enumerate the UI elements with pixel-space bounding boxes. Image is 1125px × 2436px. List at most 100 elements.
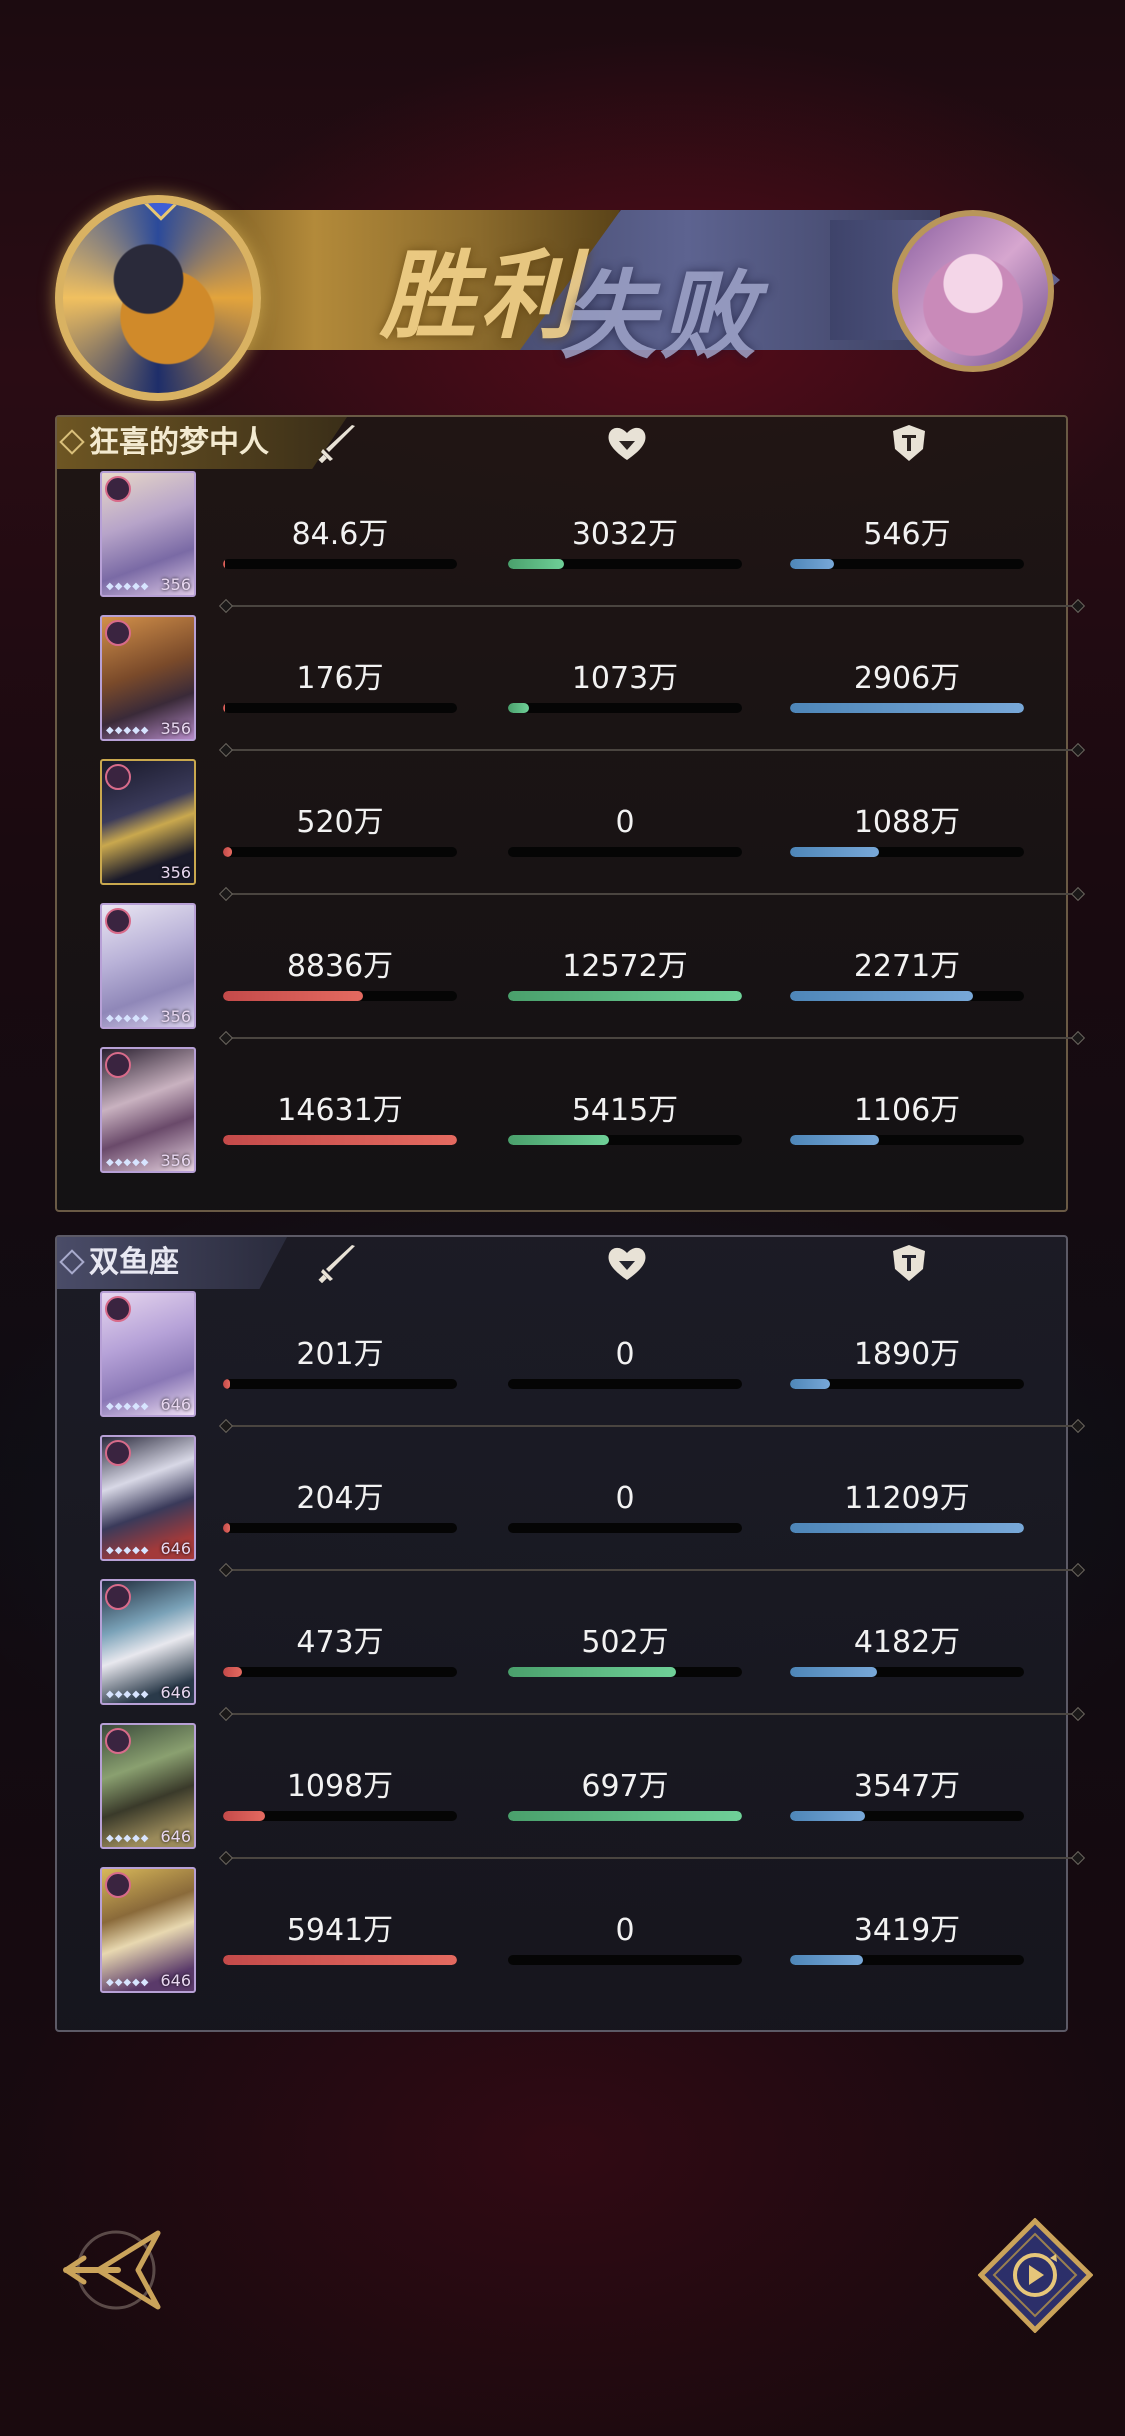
row-divider	[227, 1569, 1077, 1571]
attack-bar-fill	[223, 991, 364, 1001]
attack-value: 8836万	[286, 949, 394, 984]
member-row[interactable]: ◆◆◆◆◆ 646 1098万 697万 3547万	[57, 1721, 1077, 1865]
attack-bar-fill	[223, 559, 226, 569]
member-row[interactable]: ◆◆◆◆◆ 356 176万 1073万 2906万	[57, 613, 1077, 757]
member-row[interactable]: ◆◆◆◆◆ 646 204万 0 11209万	[57, 1433, 1077, 1577]
heal-bar	[508, 1955, 742, 1965]
heal-stat: 12572万	[508, 949, 742, 1001]
hero-level: 646	[160, 1539, 191, 1558]
heal-stat: 0	[508, 1337, 742, 1389]
heal-value: 12572万	[562, 949, 688, 984]
sword-icon	[318, 425, 355, 463]
defense-bar	[790, 1811, 1024, 1821]
heal-bar	[508, 991, 742, 1001]
attack-value: 520万	[296, 805, 384, 840]
row-divider	[227, 605, 1077, 607]
attack-stat: 201万	[223, 1337, 457, 1389]
hero-card[interactable]: ◆◆◆◆◆ 356	[100, 1047, 196, 1173]
hero-card[interactable]: ◆◆◆◆◆ 646	[100, 1435, 196, 1561]
heal-bar	[508, 1135, 742, 1145]
attack-bar-fill	[223, 1811, 266, 1821]
defense-stat: 3419万	[790, 1913, 1024, 1965]
attack-value: 5941万	[286, 1913, 394, 1948]
attack-stat: 5941万	[223, 1913, 457, 1965]
defense-stat: 3547万	[790, 1769, 1024, 1821]
member-row[interactable]: ◆◆◆◆◆ 646 5941万 0 3419万	[57, 1865, 1070, 2009]
attack-stat: 204万	[223, 1481, 457, 1533]
heal-value: 1073万	[571, 661, 679, 696]
attack-bar-fill	[223, 847, 233, 857]
attack-bar	[223, 991, 457, 1001]
team-panel-loser: 双鱼座 ◆◆◆◆◆ 646 201万 0 1890万 ◆◆◆◆◆ 646 204万 …	[55, 1235, 1077, 2032]
defense-bar	[790, 1135, 1024, 1145]
defense-bar-fill	[790, 847, 879, 857]
hero-level: 646	[160, 1395, 191, 1414]
defense-value: 11209万	[844, 1481, 970, 1516]
member-row[interactable]: ◆◆◆◆◆ 356 14631万 5415万 1106万	[57, 1045, 1070, 1189]
defense-bar-fill	[790, 1955, 863, 1965]
back-arrow-icon	[63, 2230, 161, 2310]
hero-card[interactable]: ◆◆◆◆◆ 646	[100, 1291, 196, 1417]
heal-bar	[508, 1811, 742, 1821]
hero-card[interactable]: ◆◆◆◆◆ 356	[100, 903, 196, 1029]
heal-bar	[508, 1667, 742, 1677]
defense-stat: 11209万	[790, 1481, 1024, 1533]
attack-bar-fill	[223, 1135, 457, 1145]
hero-card[interactable]: ◆◆◆◆◆ 356	[100, 615, 196, 741]
defense-bar	[790, 1667, 1024, 1677]
attack-stat: 14631万	[223, 1093, 457, 1145]
heal-bar-fill	[508, 1667, 677, 1677]
hero-card[interactable]: ◆◆◆◆◆ 646	[100, 1723, 196, 1849]
member-row[interactable]: ◆◆◆◆◆ 646 473万 502万 4182万	[57, 1577, 1077, 1721]
defense-value: 2271万	[853, 949, 961, 984]
defense-bar-fill	[790, 559, 835, 569]
attack-bar	[223, 1379, 457, 1389]
loser-avatar[interactable]	[892, 210, 1054, 372]
replay-button[interactable]	[977, 2217, 1094, 2334]
attack-bar	[223, 847, 457, 857]
back-button[interactable]	[58, 2225, 168, 2315]
heal-value: 5415万	[571, 1093, 679, 1128]
member-row[interactable]: ◆◆◆◆◆ 356 84.6万 3032万 546万	[57, 469, 1077, 613]
defense-bar	[790, 847, 1024, 857]
defense-stat: 1106万	[790, 1093, 1024, 1145]
heal-bar-fill	[508, 1135, 609, 1145]
hero-card[interactable]: ◆◆◆◆◆ 356	[100, 471, 196, 597]
row-divider	[227, 1713, 1077, 1715]
member-row[interactable]: ◆◆◆◆◆ 646 201万 0 1890万	[57, 1289, 1077, 1433]
heal-stat: 697万	[508, 1769, 742, 1821]
hero-card[interactable]: 356	[100, 759, 196, 885]
heal-value: 0	[615, 805, 635, 840]
hero-card[interactable]: ◆◆◆◆◆ 646	[100, 1867, 196, 1993]
row-divider	[227, 1425, 1077, 1427]
result-banner: 胜利 失败	[0, 160, 1125, 410]
attack-bar	[223, 1667, 457, 1677]
heal-bar-fill	[508, 1811, 742, 1821]
heal-value: 0	[615, 1337, 635, 1372]
defense-stat: 1088万	[790, 805, 1024, 857]
winner-avatar[interactable]	[55, 195, 261, 401]
attack-value: 1098万	[286, 1769, 394, 1804]
defense-value: 3419万	[853, 1913, 961, 1948]
attack-value: 201万	[296, 1337, 384, 1372]
attack-value: 204万	[296, 1481, 384, 1516]
heal-bar	[508, 1523, 742, 1533]
victory-label: 胜利	[380, 239, 580, 352]
star-pips: ◆◆◆◆◆	[106, 1157, 150, 1168]
replay-icon	[977, 2217, 1094, 2334]
star-pips: ◆◆◆◆◆	[106, 1013, 150, 1024]
star-pips: ◆◆◆◆◆	[106, 1977, 150, 1988]
row-divider	[227, 1037, 1077, 1039]
heal-stat: 3032万	[508, 517, 742, 569]
defense-bar-fill	[790, 1379, 830, 1389]
attack-value: 84.6万	[291, 517, 389, 552]
defense-bar-fill	[790, 1667, 877, 1677]
member-row[interactable]: 356 520万 0 1088万	[57, 757, 1077, 901]
member-row[interactable]: ◆◆◆◆◆ 356 8836万 12572万 2271万	[57, 901, 1077, 1045]
heal-value: 3032万	[571, 517, 679, 552]
defense-stat: 4182万	[790, 1625, 1024, 1677]
attack-bar	[223, 1955, 457, 1965]
hero-card[interactable]: ◆◆◆◆◆ 646	[100, 1579, 196, 1705]
defense-value: 1088万	[853, 805, 961, 840]
defense-stat: 2906万	[790, 661, 1024, 713]
